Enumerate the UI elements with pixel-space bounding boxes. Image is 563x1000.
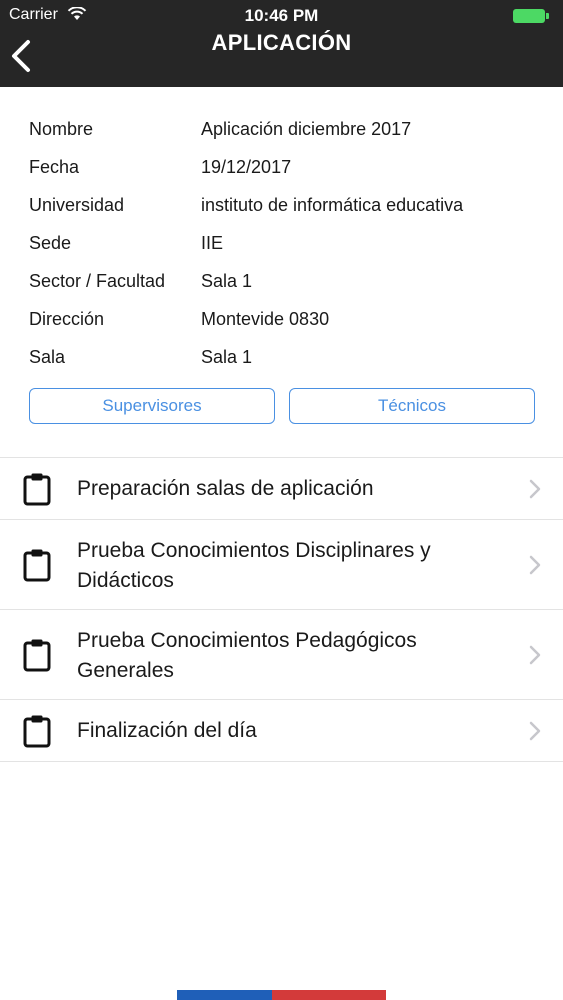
detail-value: IIE bbox=[201, 232, 224, 253]
clipboard-icon bbox=[23, 639, 51, 672]
list-item-disciplinares[interactable]: Prueba Conocimientos Disciplinares y Did… bbox=[0, 520, 563, 610]
flag-red-segment bbox=[272, 990, 386, 1000]
detail-row-universidad: Universidad instituto de informática edu… bbox=[29, 186, 549, 224]
detail-value: Aplicación diciembre 2017 bbox=[201, 118, 412, 139]
status-time: 10:46 PM bbox=[244, 6, 319, 25]
list-item-finalizacion[interactable]: Finalización del día bbox=[0, 700, 563, 762]
page-title: APLICACIÓN bbox=[211, 30, 352, 55]
clipboard-icon bbox=[23, 715, 51, 748]
stage-list: Preparación salas de aplicación Prueba C… bbox=[0, 457, 563, 762]
supervisores-button[interactable]: Supervisores bbox=[29, 388, 275, 424]
detail-label: Sala bbox=[29, 346, 66, 367]
tecnicos-button[interactable]: Técnicos bbox=[289, 388, 535, 424]
list-item-label: Prueba Conocimientos Disciplinares y Did… bbox=[77, 539, 431, 592]
application-details: Nombre Aplicación diciembre 2017 Fecha 1… bbox=[29, 110, 549, 376]
list-item-preparacion[interactable]: Preparación salas de aplicación bbox=[0, 458, 563, 520]
flag-stripe bbox=[177, 990, 386, 1000]
flag-blue-segment bbox=[177, 990, 272, 1000]
detail-row-sede: Sede IIE bbox=[29, 224, 549, 262]
detail-row-direccion: Dirección Montevide 0830 bbox=[29, 300, 549, 338]
detail-label: Dirección bbox=[29, 308, 105, 329]
list-item-label: Preparación salas de aplicación bbox=[77, 477, 374, 500]
detail-label: Universidad bbox=[29, 194, 125, 215]
chevron-right-icon bbox=[529, 555, 541, 575]
chevron-right-icon bbox=[529, 479, 541, 499]
battery-icon bbox=[513, 9, 549, 23]
detail-row-nombre: Nombre Aplicación diciembre 2017 bbox=[29, 110, 549, 148]
detail-row-sala: Sala Sala 1 bbox=[29, 338, 549, 376]
chevron-right-icon bbox=[529, 645, 541, 665]
clipboard-icon bbox=[23, 549, 51, 582]
detail-label: Fecha bbox=[29, 156, 80, 177]
detail-label: Sector / Facultad bbox=[29, 270, 166, 291]
detail-value: Sala 1 bbox=[201, 346, 253, 367]
clipboard-icon bbox=[23, 473, 51, 506]
detail-label: Sede bbox=[29, 232, 72, 253]
list-item-label: Finalización del día bbox=[77, 719, 257, 742]
chevron-right-icon bbox=[529, 721, 541, 741]
status-bar: Carrier 10:46 PM bbox=[0, 4, 563, 25]
list-item-label: Prueba Conocimientos Pedagógicos General… bbox=[77, 629, 417, 682]
detail-value: 19/12/2017 bbox=[201, 156, 292, 177]
detail-value: instituto de informática educativa bbox=[201, 194, 464, 215]
navigation-bar: Carrier 10:46 PM APLICACIÓN bbox=[0, 0, 563, 87]
detail-value: Sala 1 bbox=[201, 270, 253, 291]
detail-value: Montevide 0830 bbox=[201, 308, 330, 329]
detail-label: Nombre bbox=[29, 118, 94, 139]
detail-row-fecha: Fecha 19/12/2017 bbox=[29, 148, 549, 186]
detail-row-sector: Sector / Facultad Sala 1 bbox=[29, 262, 549, 300]
staff-buttons: Supervisores Técnicos bbox=[29, 388, 535, 424]
list-item-pedagogicos[interactable]: Prueba Conocimientos Pedagógicos General… bbox=[0, 610, 563, 700]
